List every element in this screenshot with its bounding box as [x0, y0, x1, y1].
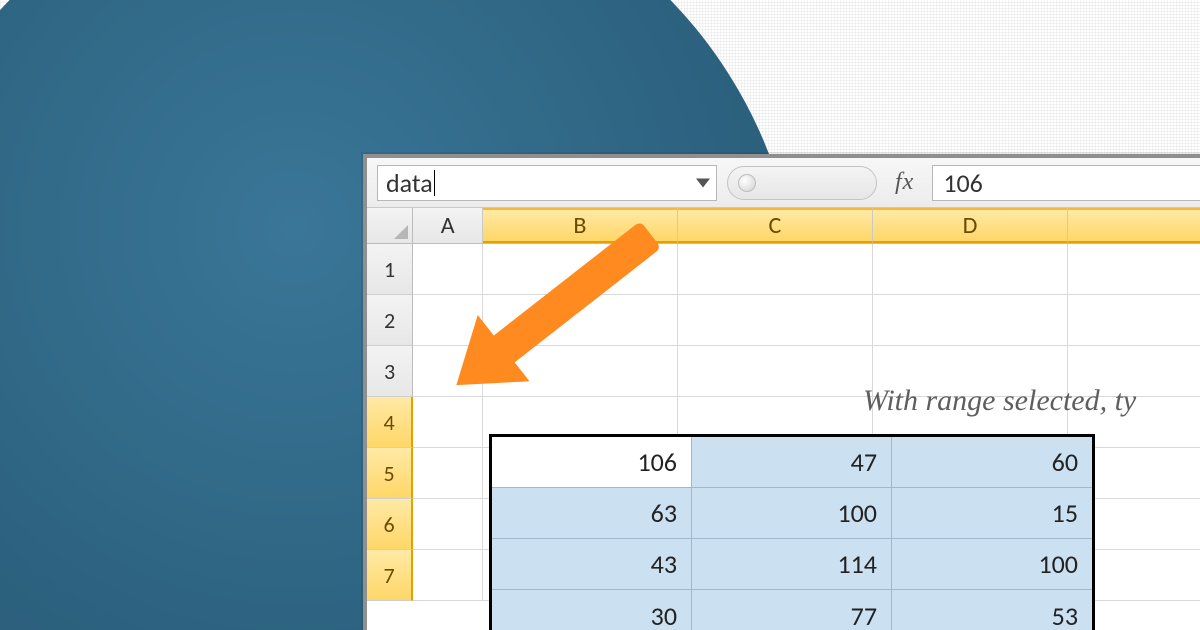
- cell-C6-value[interactable]: 114: [692, 539, 892, 590]
- chevron-down-icon[interactable]: [696, 178, 710, 187]
- table-row: 63 100 15: [492, 488, 1092, 539]
- cell-A2[interactable]: [413, 295, 483, 346]
- column-header-C[interactable]: C: [678, 208, 873, 243]
- table-row: 30 77 53: [492, 590, 1092, 630]
- cell-C1[interactable]: [678, 244, 873, 295]
- row-header-2[interactable]: 2: [367, 295, 413, 346]
- cell-A3[interactable]: [413, 346, 483, 397]
- cell-A7[interactable]: [413, 550, 483, 601]
- column-header-A[interactable]: A: [413, 208, 483, 243]
- row-header-3[interactable]: 3: [367, 346, 413, 397]
- cell-C7-value[interactable]: 77: [692, 590, 892, 630]
- stage: data fx 106 A B C D 1: [0, 0, 1200, 630]
- table-row: 43 114 100: [492, 539, 1092, 590]
- row-header-6[interactable]: 6: [367, 499, 413, 550]
- excel-window: data fx 106 A B C D 1: [363, 154, 1200, 630]
- cell-E1[interactable]: [1068, 244, 1200, 295]
- column-header-E[interactable]: [1068, 208, 1200, 243]
- cell-B2[interactable]: [483, 295, 678, 346]
- formula-value: 106: [943, 167, 983, 199]
- cell-A4[interactable]: [413, 397, 483, 448]
- cell-C3[interactable]: [678, 346, 873, 397]
- row-2: 2: [367, 295, 1200, 346]
- cell-A5[interactable]: [413, 448, 483, 499]
- cell-C4-value[interactable]: 47: [692, 437, 892, 488]
- control-dot-icon: [738, 174, 756, 192]
- select-all-corner[interactable]: [367, 208, 413, 243]
- cell-B7-value[interactable]: 30: [492, 590, 692, 630]
- row-header-4[interactable]: 4: [367, 397, 413, 448]
- formula-input[interactable]: 106: [932, 165, 1200, 201]
- cell-D2[interactable]: [873, 295, 1068, 346]
- column-header-row: A B C D: [367, 208, 1200, 244]
- row-1: 1: [367, 244, 1200, 295]
- active-cell-B4[interactable]: 106: [492, 437, 692, 488]
- name-box-value: data: [386, 167, 433, 199]
- table-row: 106 47 60: [492, 437, 1092, 488]
- name-box[interactable]: data: [377, 165, 717, 201]
- cell-B5-value[interactable]: 63: [492, 488, 692, 539]
- cell-D4-value[interactable]: 60: [892, 437, 1092, 488]
- cell-D5-value[interactable]: 15: [892, 488, 1092, 539]
- cell-B6-value[interactable]: 43: [492, 539, 692, 590]
- annotation-text: With range selected, ty: [863, 384, 1136, 418]
- grid-body: 1 2 3: [367, 244, 1200, 601]
- cell-D7-value[interactable]: 53: [892, 590, 1092, 630]
- row-header-1[interactable]: 1: [367, 244, 413, 295]
- worksheet[interactable]: A B C D 1 2: [367, 208, 1200, 630]
- cell-D6-value[interactable]: 100: [892, 539, 1092, 590]
- cell-A6[interactable]: [413, 499, 483, 550]
- formula-bar: data fx 106: [367, 158, 1200, 208]
- cell-A1[interactable]: [413, 244, 483, 295]
- selected-range[interactable]: 106 47 60 63 100 15 43 114 100: [489, 434, 1095, 630]
- cell-C5-value[interactable]: 100: [692, 488, 892, 539]
- cell-E2[interactable]: [1068, 295, 1200, 346]
- text-cursor: [434, 170, 435, 196]
- row-header-7[interactable]: 7: [367, 550, 413, 601]
- cell-B3[interactable]: [483, 346, 678, 397]
- column-header-B[interactable]: B: [483, 208, 678, 243]
- column-header-D[interactable]: D: [873, 208, 1068, 243]
- row-header-5[interactable]: 5: [367, 448, 413, 499]
- cell-C2[interactable]: [678, 295, 873, 346]
- formula-controls[interactable]: [727, 166, 877, 200]
- cell-D1[interactable]: [873, 244, 1068, 295]
- cell-B1[interactable]: [483, 244, 678, 295]
- fx-icon[interactable]: fx: [887, 169, 922, 196]
